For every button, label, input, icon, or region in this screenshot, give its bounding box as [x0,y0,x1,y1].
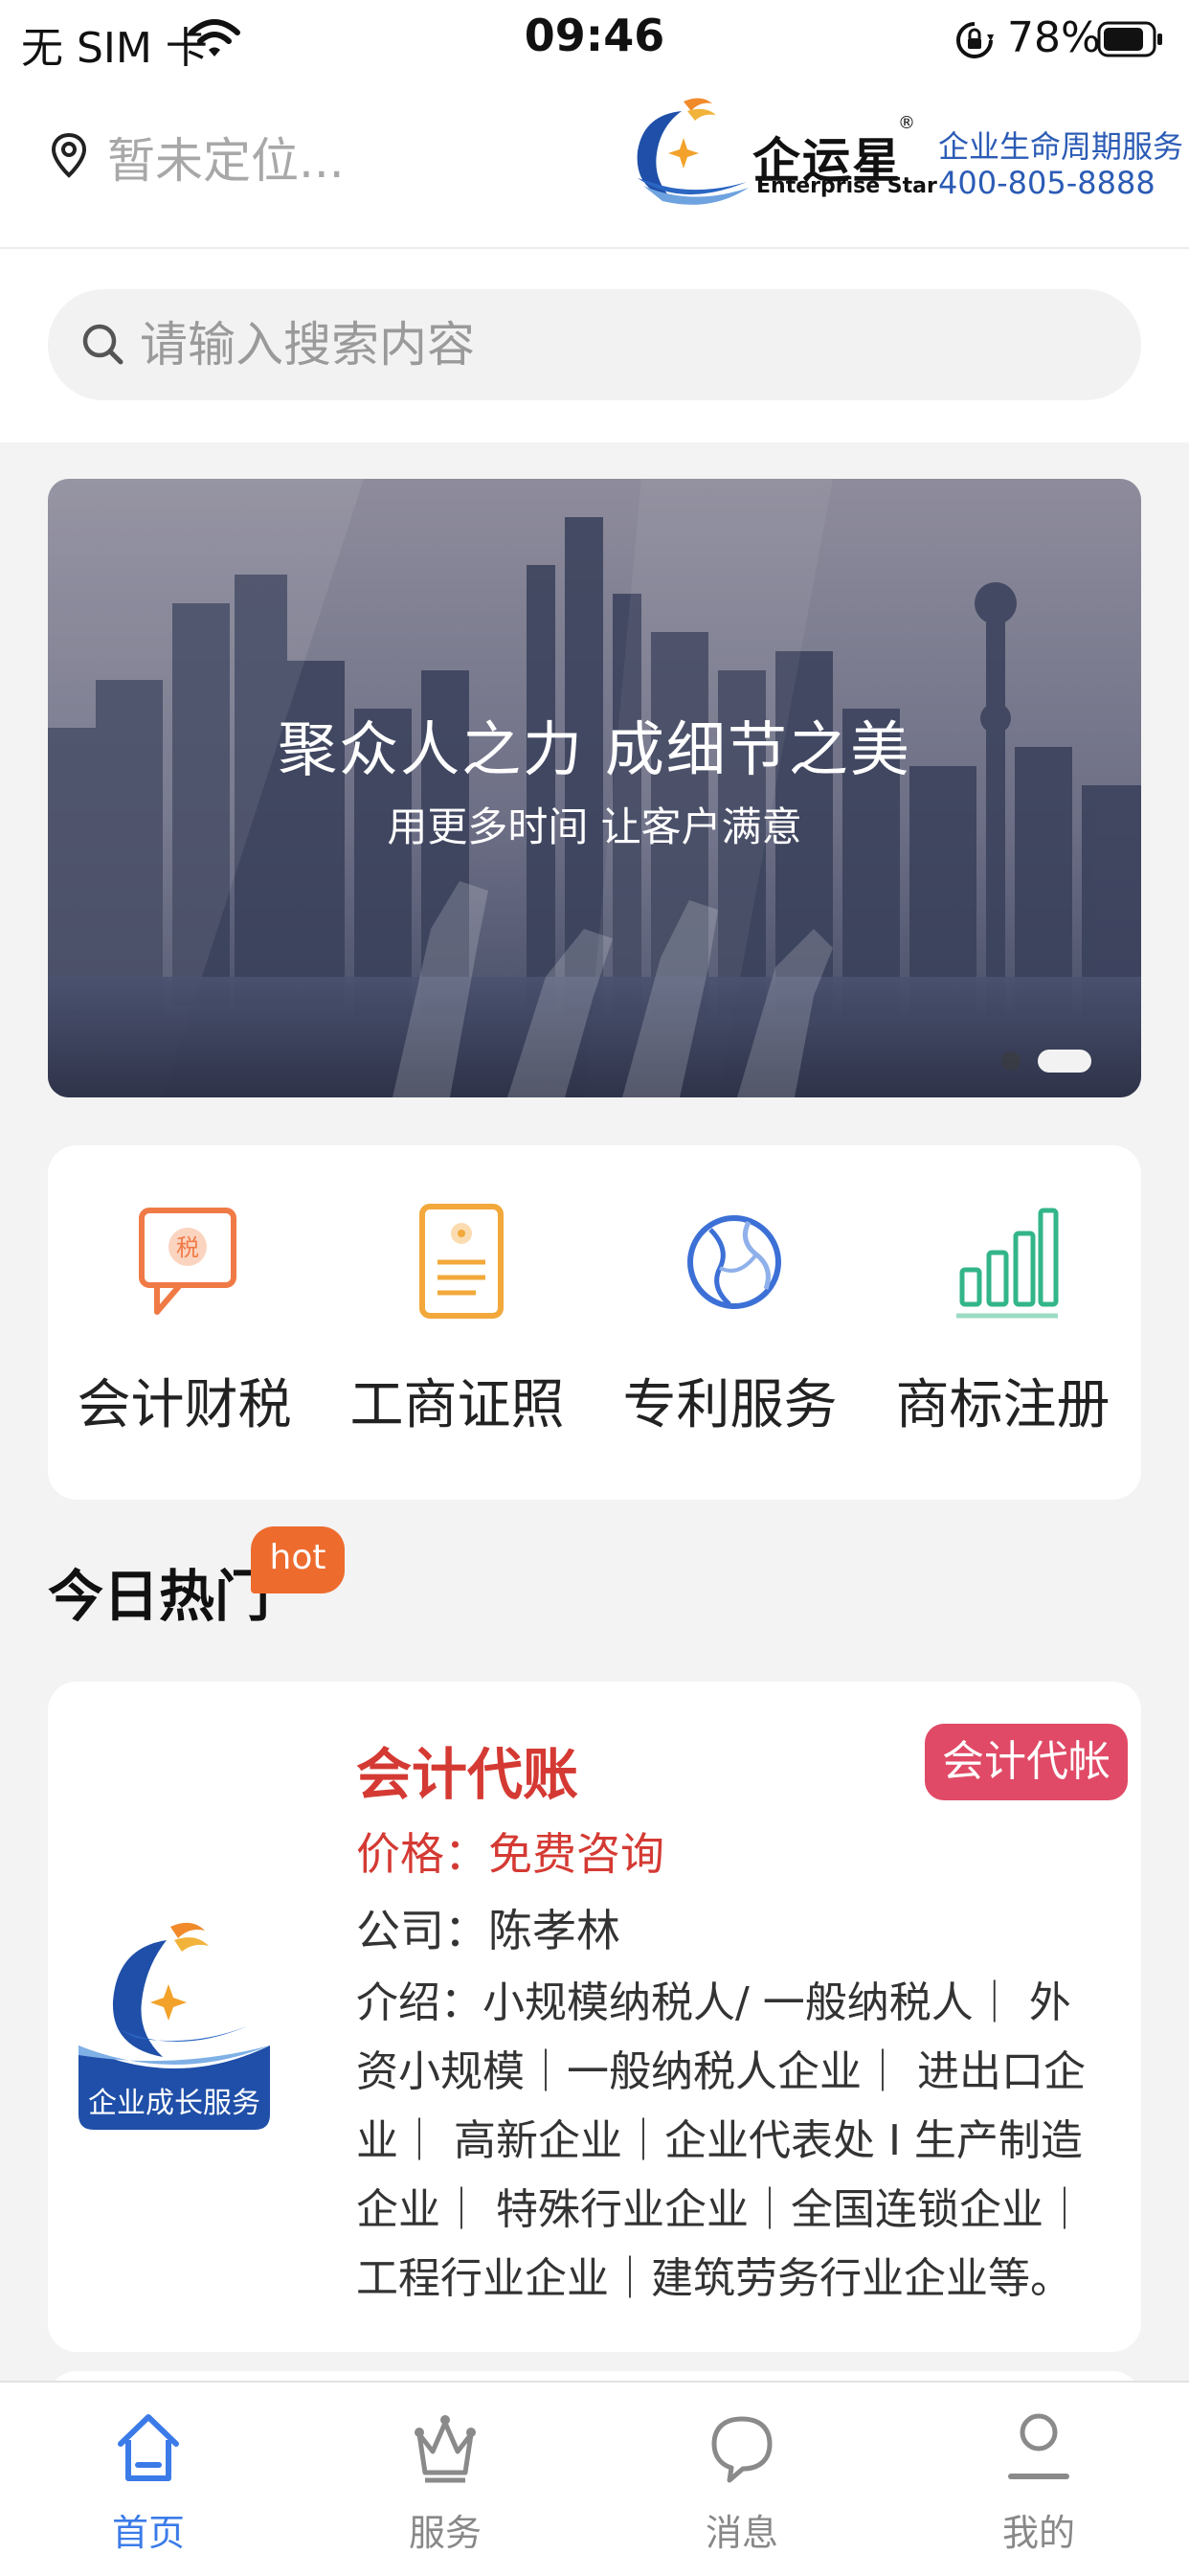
carousel-dot-active[interactable] [1038,1050,1091,1073]
category-label: 商标注册 [895,1374,1110,1436]
tab-messages[interactable]: 消息 [594,2381,890,2574]
battery-icon [1097,21,1162,57]
tab-label: 服务 [408,2512,482,2554]
category-label: 专利服务 [622,1374,838,1436]
search-icon [82,324,123,365]
promo-banner[interactable]: 聚众人之力 成细节之美 用更多时间 让客户满意 [48,479,1141,1097]
tab-label: 我的 [1001,2512,1075,2554]
location-text[interactable]: 暂未定位... [107,123,345,192]
tax-icon-text: 税 [176,1234,199,1261]
category-label: 会计财税 [77,1374,292,1436]
orientation-lock-icon [956,22,994,58]
location-pin-icon[interactable] [50,132,88,178]
category-accounting-tax[interactable]: 税 会计财税 [48,1145,321,1500]
category-patent-service[interactable]: 专利服务 [594,1145,866,1500]
banner-image [48,479,1141,1097]
brand-slogan: 企业生命周期服务 [938,128,1184,165]
tab-home[interactable]: 首页 [0,2381,297,2574]
globe-icon [687,1215,781,1309]
service-intro: 介绍：小规模纳税人/ 一般纳税人｜ 外资小规模｜一般纳税人企业｜ 进出口企业｜ … [356,1978,1086,2303]
search-input[interactable] [140,305,1097,385]
service-title[interactable]: 会计代账 [356,1729,578,1810]
carousel-dot[interactable] [1001,1051,1021,1071]
tab-label: 消息 [705,2512,778,2554]
service-company: 公司：陈孝林 [356,1905,620,1956]
chat-bubble-icon [711,2416,773,2483]
service-price: 价格：免费咨询 [356,1828,664,1880]
hot-badge: hot [251,1526,345,1593]
category-label: 工商证照 [349,1374,565,1436]
tab-mine[interactable]: 我的 [890,2381,1187,2574]
home-icon [118,2414,179,2481]
service-logo-image: 企业成长服务 [79,1922,270,2130]
brand-subtitle: Enterprise Star [756,174,937,198]
license-icon [419,1204,504,1319]
tab-label: 首页 [111,2512,185,2554]
crown-icon [415,2415,476,2483]
service-category-tag: 会计代帐 [925,1724,1128,1800]
banner-title: 聚众人之力 成细节之美 [278,714,911,784]
service-logo-text: 企业成长服务 [88,2087,260,2120]
tab-services[interactable]: 服务 [297,2381,594,2574]
bar-chart-icon [956,1208,1059,1319]
hotline-number[interactable]: 400-805-8888 [938,165,1155,201]
category-trademark-registration[interactable]: 商标注册 [866,1145,1139,1500]
tax-chat-icon: 税 [139,1208,236,1315]
section-title-hot-today: 今日热门 [48,1564,271,1629]
category-business-license[interactable]: 工商证照 [321,1145,594,1500]
user-icon [1008,2413,1069,2479]
banner-subtitle: 用更多时间 让客户满意 [387,803,802,850]
registered-mark: ® [898,113,915,133]
battery-percent: 78% [1007,13,1101,62]
